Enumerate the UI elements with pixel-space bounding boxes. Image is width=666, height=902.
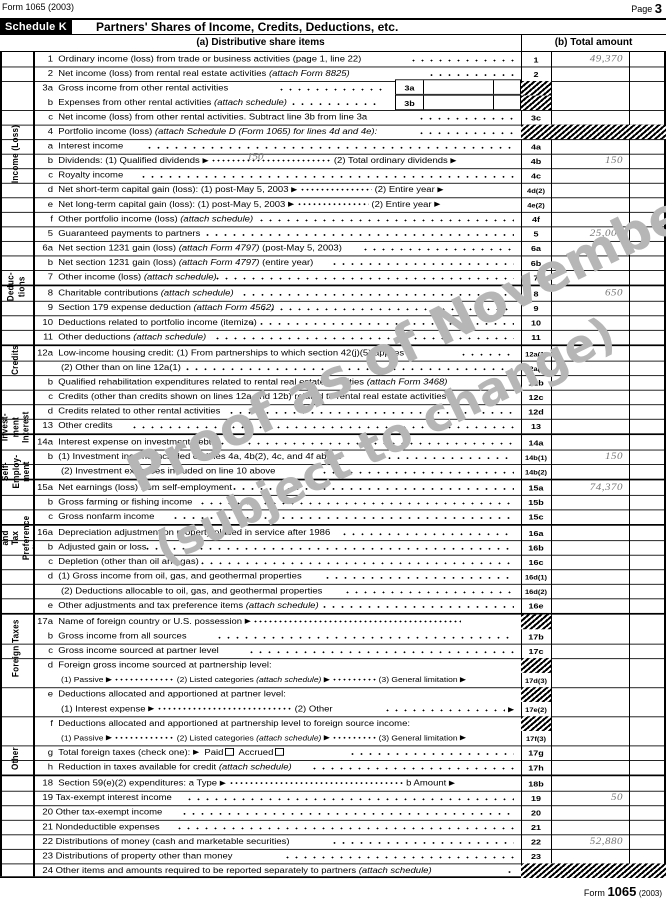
schedule-title: Partners' Shares of Income, Credits, Ded…: [96, 20, 399, 34]
column-b-header: (b) Total amount: [554, 37, 633, 48]
schedule-header-bar: Schedule K Partners' Shares of Income, C…: [0, 18, 666, 35]
table-lower-rows: [0, 52, 666, 878]
page-number-label: Page 3: [631, 1, 662, 16]
form-identifier: Form 1065 (2003): [2, 2, 75, 12]
form-footer: Form 1065 (2003): [583, 884, 662, 899]
form-page: Form 1065 (2003) Page 3 Schedule K Partn…: [0, 0, 666, 902]
schedule-tag: Schedule K: [0, 20, 72, 35]
column-header-row: (a) Distributive share items (b) Total a…: [0, 35, 666, 52]
column-a-header: (a) Distributive share items: [196, 37, 325, 48]
page-header: Form 1065 (2003) Page 3: [0, 0, 666, 18]
